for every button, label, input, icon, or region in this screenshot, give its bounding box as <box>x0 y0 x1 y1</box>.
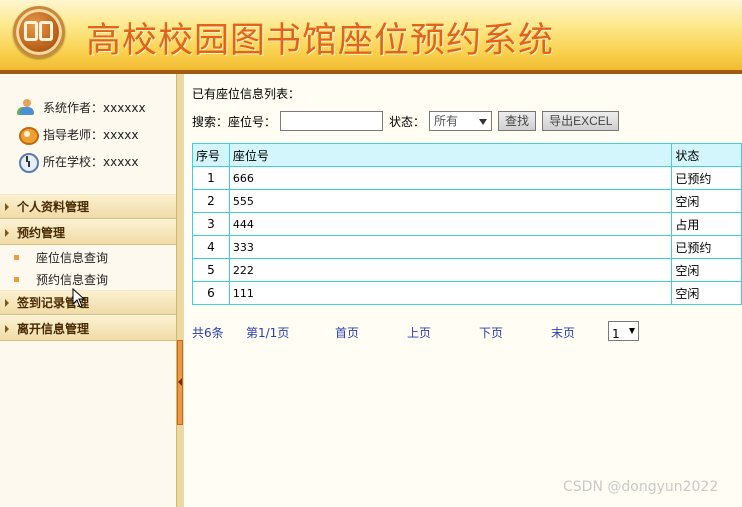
logo-icon <box>13 6 65 58</box>
sidebar-splitter[interactable] <box>176 74 184 507</box>
teacher-label: 指导老师：xxxxx <box>43 127 139 142</box>
dropdown-arrow-icon <box>479 119 488 125</box>
cell-seat-number: 333 <box>228 235 673 259</box>
search-bar: 搜索： 座位号： 状态： 所有 查找 导出EXCEL <box>192 111 625 131</box>
submenu-reservation-query[interactable]: 预约信息查询 <box>14 270 108 288</box>
export-excel-button[interactable]: 导出EXCEL <box>542 111 620 131</box>
cell-index: 6 <box>192 281 230 305</box>
menu-arrow-icon <box>5 324 9 333</box>
pager-prev-link[interactable]: 上页 <box>407 324 431 341</box>
list-title: 已有座位信息列表： <box>192 87 301 101</box>
status-label: 状态： <box>389 114 426 129</box>
teacher-info: 指导老师：xxxxx <box>18 125 139 145</box>
cell-seat-number: 444 <box>228 212 673 236</box>
teacher-icon <box>18 125 39 145</box>
pager-first-link[interactable]: 首页 <box>335 324 359 341</box>
table-row: 5 222 空闲 <box>192 258 742 282</box>
menu-arrow-icon <box>5 298 9 307</box>
cell-status: 占用 <box>671 212 742 236</box>
pager-next-link[interactable]: 下页 <box>479 324 503 341</box>
table-row: 3 444 占用 <box>192 212 742 236</box>
header-status: 状态 <box>671 143 742 167</box>
cell-seat-number: 555 <box>228 189 673 213</box>
cell-index: 5 <box>192 258 230 282</box>
pager-total: 共6条 <box>192 326 224 340</box>
mouse-cursor-icon <box>72 288 86 308</box>
find-button[interactable]: 查找 <box>498 111 537 131</box>
user-group-icon <box>18 98 36 116</box>
seat-table: 序号 座位号 状态 1 666 已预约 2 555 空闲 3 444 占用 4 … <box>192 143 742 305</box>
cell-index: 4 <box>192 235 230 259</box>
table-row: 6 111 空闲 <box>192 281 742 305</box>
cell-status: 已预约 <box>671 166 742 190</box>
cell-seat-number: 666 <box>228 166 673 190</box>
app-title: 高校校园图书馆座位预约系统 <box>86 21 555 61</box>
page-number-select[interactable]: 1 <box>608 321 639 341</box>
table-row: 4 333 已预约 <box>192 235 742 259</box>
table-row: 1 666 已预约 <box>192 166 742 190</box>
menu-arrow-icon <box>5 202 9 211</box>
main-content: 已有座位信息列表： 搜索： 座位号： 状态： 所有 查找 导出EXCEL 序号 … <box>184 74 742 507</box>
author-info: 系统作者：xxxxxx <box>18 98 146 116</box>
watermark: CSDN @dongyun2022 <box>563 479 719 495</box>
cell-seat-number: 111 <box>228 281 673 305</box>
menu-profile-management[interactable]: 个人资料管理 <box>0 194 176 219</box>
cell-index: 1 <box>192 166 230 190</box>
app-header: 高校校园图书馆座位预约系统 <box>0 0 742 72</box>
pager-page-info: 第1/1页 <box>246 326 290 340</box>
cell-status: 已预约 <box>671 235 742 259</box>
table-header-row: 序号 座位号 状态 <box>192 143 742 167</box>
menu-arrow-icon <box>5 228 9 237</box>
page-number-value: 1 <box>612 327 620 341</box>
header-seat-number: 座位号 <box>228 143 673 167</box>
seat-number-label: 座位号： <box>228 114 277 129</box>
table-row: 2 555 空闲 <box>192 189 742 213</box>
header-index: 序号 <box>192 143 230 167</box>
cell-status: 空闲 <box>671 281 742 305</box>
sidebar: 系统作者：xxxxxx 指导老师：xxxxx 所在学校：xxxxx 个人资料管理… <box>0 74 176 507</box>
cell-index: 3 <box>192 212 230 236</box>
search-label: 搜索： <box>192 114 229 129</box>
menu-reservation-management[interactable]: 预约管理 <box>0 220 176 245</box>
bullet-icon <box>14 276 19 282</box>
menu-leave-management[interactable]: 离开信息管理 <box>0 316 176 341</box>
cell-index: 2 <box>192 189 230 213</box>
submenu-seat-query[interactable]: 座位信息查询 <box>14 248 108 266</box>
clock-icon <box>18 152 39 173</box>
pager-last-link[interactable]: 末页 <box>551 324 575 341</box>
collapse-arrow-icon <box>178 378 182 386</box>
author-label: 系统作者：xxxxxx <box>43 100 146 115</box>
dropdown-arrow-icon <box>629 328 635 334</box>
status-selected-value: 所有 <box>434 114 459 128</box>
school-info: 所在学校：xxxxx <box>18 152 139 173</box>
seat-number-input[interactable] <box>280 111 384 131</box>
school-label: 所在学校：xxxxx <box>43 154 139 169</box>
cell-status: 空闲 <box>671 189 742 213</box>
menu-checkin-management[interactable]: 签到记录管理 <box>0 290 176 315</box>
bullet-icon <box>14 254 19 260</box>
status-select[interactable]: 所有 <box>429 111 493 131</box>
cell-status: 空闲 <box>671 258 742 282</box>
cell-seat-number: 222 <box>228 258 673 282</box>
